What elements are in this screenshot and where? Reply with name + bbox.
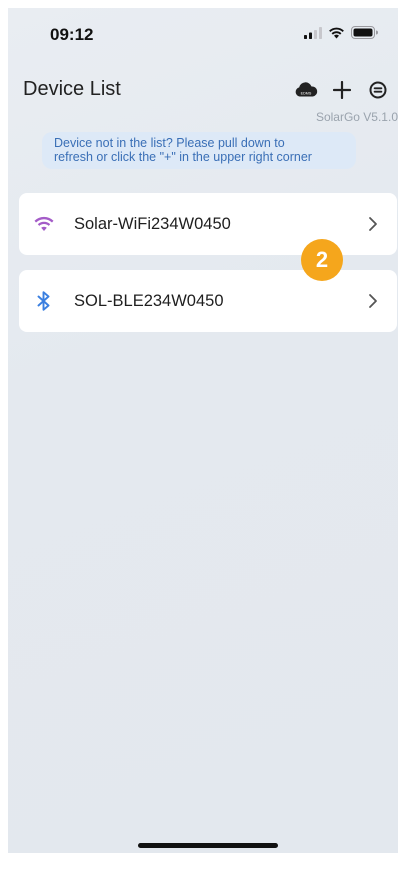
signal-icon [304,26,322,44]
app-version: SolarGo V5.1.0 [315,110,398,124]
nav-bar: Device List EDMS [8,68,398,108]
device-item-bluetooth[interactable]: SOL-BLE234W0450 [19,270,397,332]
page-title: Device List [23,78,121,100]
chevron-right-icon [367,292,379,310]
hint-line-1: Device not in the list? Please pull down… [54,136,285,150]
menu-icon[interactable] [366,78,390,102]
wifi-icon [328,26,345,44]
status-bar: 09:12 [8,8,398,58]
device-item-wifi[interactable]: Solar-WiFi234W0450 [19,193,397,255]
phone-screen: 09:12 Device List EDMS SolarGo V5.1.0 De… [8,8,398,853]
add-icon[interactable] [330,78,354,102]
hint-line-2: refresh or click the "+" in the upper ri… [54,150,312,164]
chevron-right-icon [367,215,379,233]
home-indicator[interactable] [138,843,278,848]
hint-banner: Device not in the list? Please pull down… [42,132,356,169]
wifi-icon [33,213,55,235]
battery-icon [351,26,378,44]
cloud-label: EDMS [301,92,312,96]
device-name: SOL-BLE234W0450 [74,291,224,310]
step-badge: 2 [301,239,343,281]
nav-actions: EDMS [294,78,390,102]
status-icons [304,26,378,44]
bluetooth-icon [33,290,55,312]
device-name: Solar-WiFi234W0450 [74,214,231,233]
status-time: 09:12 [50,25,94,44]
cloud-icon[interactable]: EDMS [294,78,318,102]
